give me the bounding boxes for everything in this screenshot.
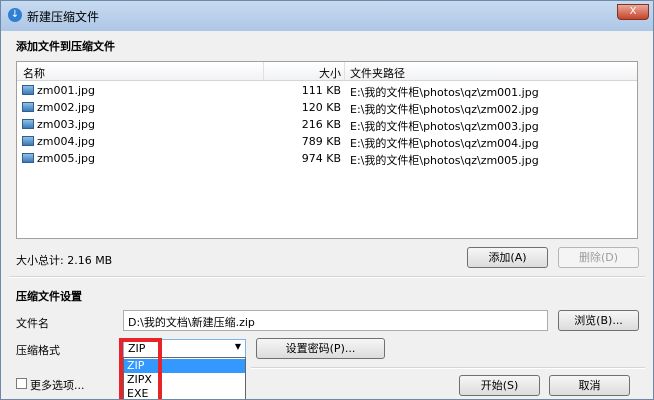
column-header-name[interactable]: 名称 xyxy=(23,65,45,81)
more-options-label[interactable]: 更多选项... xyxy=(30,377,85,393)
image-file-icon xyxy=(22,153,34,163)
list-header: 名称 大小 文件夹路径 xyxy=(17,62,637,81)
set-password-button[interactable]: 设置密码(P)... xyxy=(256,338,385,359)
file-row[interactable]: zm003.jpg 216 KB E:\我的文件柜\photos\qz\zm00… xyxy=(17,116,637,133)
file-name: zm002.jpg xyxy=(37,101,96,114)
add-files-section-title: 添加文件到压缩文件 xyxy=(16,40,115,53)
file-name: zm005.jpg xyxy=(37,152,96,165)
file-list[interactable]: 名称 大小 文件夹路径 zm001.jpg 111 KB E:\我的文件柜\ph… xyxy=(16,61,638,239)
file-path: E:\我的文件柜\photos\qz\zm004.jpg xyxy=(350,137,539,150)
file-size: 216 KB xyxy=(301,118,341,131)
image-file-icon xyxy=(22,85,34,95)
divider xyxy=(9,276,645,278)
file-name: zm001.jpg xyxy=(37,84,96,97)
close-button[interactable]: X xyxy=(617,4,649,20)
cancel-button[interactable]: 取消 xyxy=(549,375,630,396)
more-options-checkbox[interactable] xyxy=(16,378,27,389)
file-size: 974 KB xyxy=(301,152,341,165)
total-size-label: 大小总计: 2.16 MB xyxy=(16,254,113,267)
file-path: E:\我的文件柜\photos\qz\zm003.jpg xyxy=(350,120,539,133)
filename-input[interactable]: D:\我的文档\新建压缩.zip xyxy=(123,310,548,331)
format-label: 压缩格式 xyxy=(16,344,60,357)
filename-label: 文件名 xyxy=(16,317,49,330)
file-row[interactable]: zm005.jpg 974 KB E:\我的文件柜\photos\qz\zm00… xyxy=(17,150,637,167)
archive-settings-section-title: 压缩文件设置 xyxy=(16,290,82,303)
file-path: E:\我的文件柜\photos\qz\zm002.jpg xyxy=(350,103,539,116)
file-row[interactable]: zm002.jpg 120 KB E:\我的文件柜\photos\qz\zm00… xyxy=(17,99,637,116)
chevron-down-icon: ▼ xyxy=(234,342,241,351)
file-name: zm004.jpg xyxy=(37,135,96,148)
browse-button[interactable]: 浏览(B)... xyxy=(558,310,639,331)
annotation-highlight-box xyxy=(119,338,162,399)
title-bar: ↓ 新建压缩文件 X xyxy=(1,1,653,31)
image-file-icon xyxy=(22,102,34,112)
file-size: 111 KB xyxy=(301,84,341,97)
divider xyxy=(251,367,645,369)
window-title: 新建压缩文件 xyxy=(27,10,100,24)
column-header-size[interactable]: 大小 xyxy=(319,65,341,81)
file-size: 120 KB xyxy=(301,101,341,114)
start-button[interactable]: 开始(S) xyxy=(459,375,540,396)
file-row[interactable]: zm004.jpg 789 KB E:\我的文件柜\photos\qz\zm00… xyxy=(17,133,637,150)
add-button[interactable]: 添加(A) xyxy=(467,247,548,268)
image-file-icon xyxy=(22,136,34,146)
file-size: 789 KB xyxy=(301,135,341,148)
app-icon: ↓ xyxy=(8,8,22,22)
file-row[interactable]: zm001.jpg 111 KB E:\我的文件柜\photos\qz\zm00… xyxy=(17,82,637,99)
image-file-icon xyxy=(22,119,34,129)
file-name: zm003.jpg xyxy=(37,118,96,131)
new-archive-dialog: ↓ 新建压缩文件 X 添加文件到压缩文件 名称 大小 文件夹路径 zm001.j… xyxy=(0,0,654,400)
file-path: E:\我的文件柜\photos\qz\zm005.jpg xyxy=(350,154,539,167)
delete-button[interactable]: 删除(D) xyxy=(558,247,639,268)
column-header-path[interactable]: 文件夹路径 xyxy=(350,65,405,81)
file-path: E:\我的文件柜\photos\qz\zm001.jpg xyxy=(350,86,539,99)
